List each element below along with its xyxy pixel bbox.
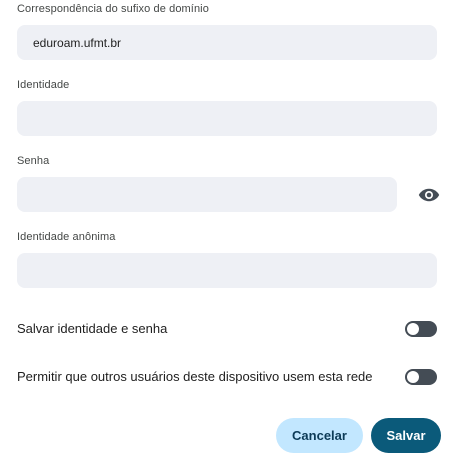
save-credentials-label: Salvar identidade e senha xyxy=(17,321,168,336)
toggle-knob xyxy=(407,323,419,335)
show-password-button[interactable] xyxy=(417,185,441,205)
password-field[interactable] xyxy=(17,177,397,212)
password-input[interactable] xyxy=(33,187,381,202)
toggle-knob xyxy=(407,371,419,383)
identity-label: Identidade xyxy=(17,79,70,91)
share-network-label: Permitir que outros usuários deste dispo… xyxy=(17,369,373,384)
anonymous-identity-label: Identidade anônima xyxy=(17,231,116,243)
eye-icon xyxy=(418,188,440,202)
anonymous-identity-input[interactable] xyxy=(33,263,421,278)
save-credentials-toggle[interactable] xyxy=(405,321,437,337)
domain-suffix-input[interactable] xyxy=(33,35,421,50)
domain-suffix-label: Correspondência do sufixo de domínio xyxy=(17,3,209,15)
identity-input[interactable] xyxy=(33,111,421,126)
identity-field[interactable] xyxy=(17,101,437,136)
share-network-toggle[interactable] xyxy=(405,369,437,385)
password-label: Senha xyxy=(17,155,50,167)
anonymous-identity-field[interactable] xyxy=(17,253,437,288)
save-button[interactable]: Salvar xyxy=(371,418,441,453)
cancel-button[interactable]: Cancelar xyxy=(276,418,363,453)
domain-suffix-field[interactable] xyxy=(17,25,437,60)
